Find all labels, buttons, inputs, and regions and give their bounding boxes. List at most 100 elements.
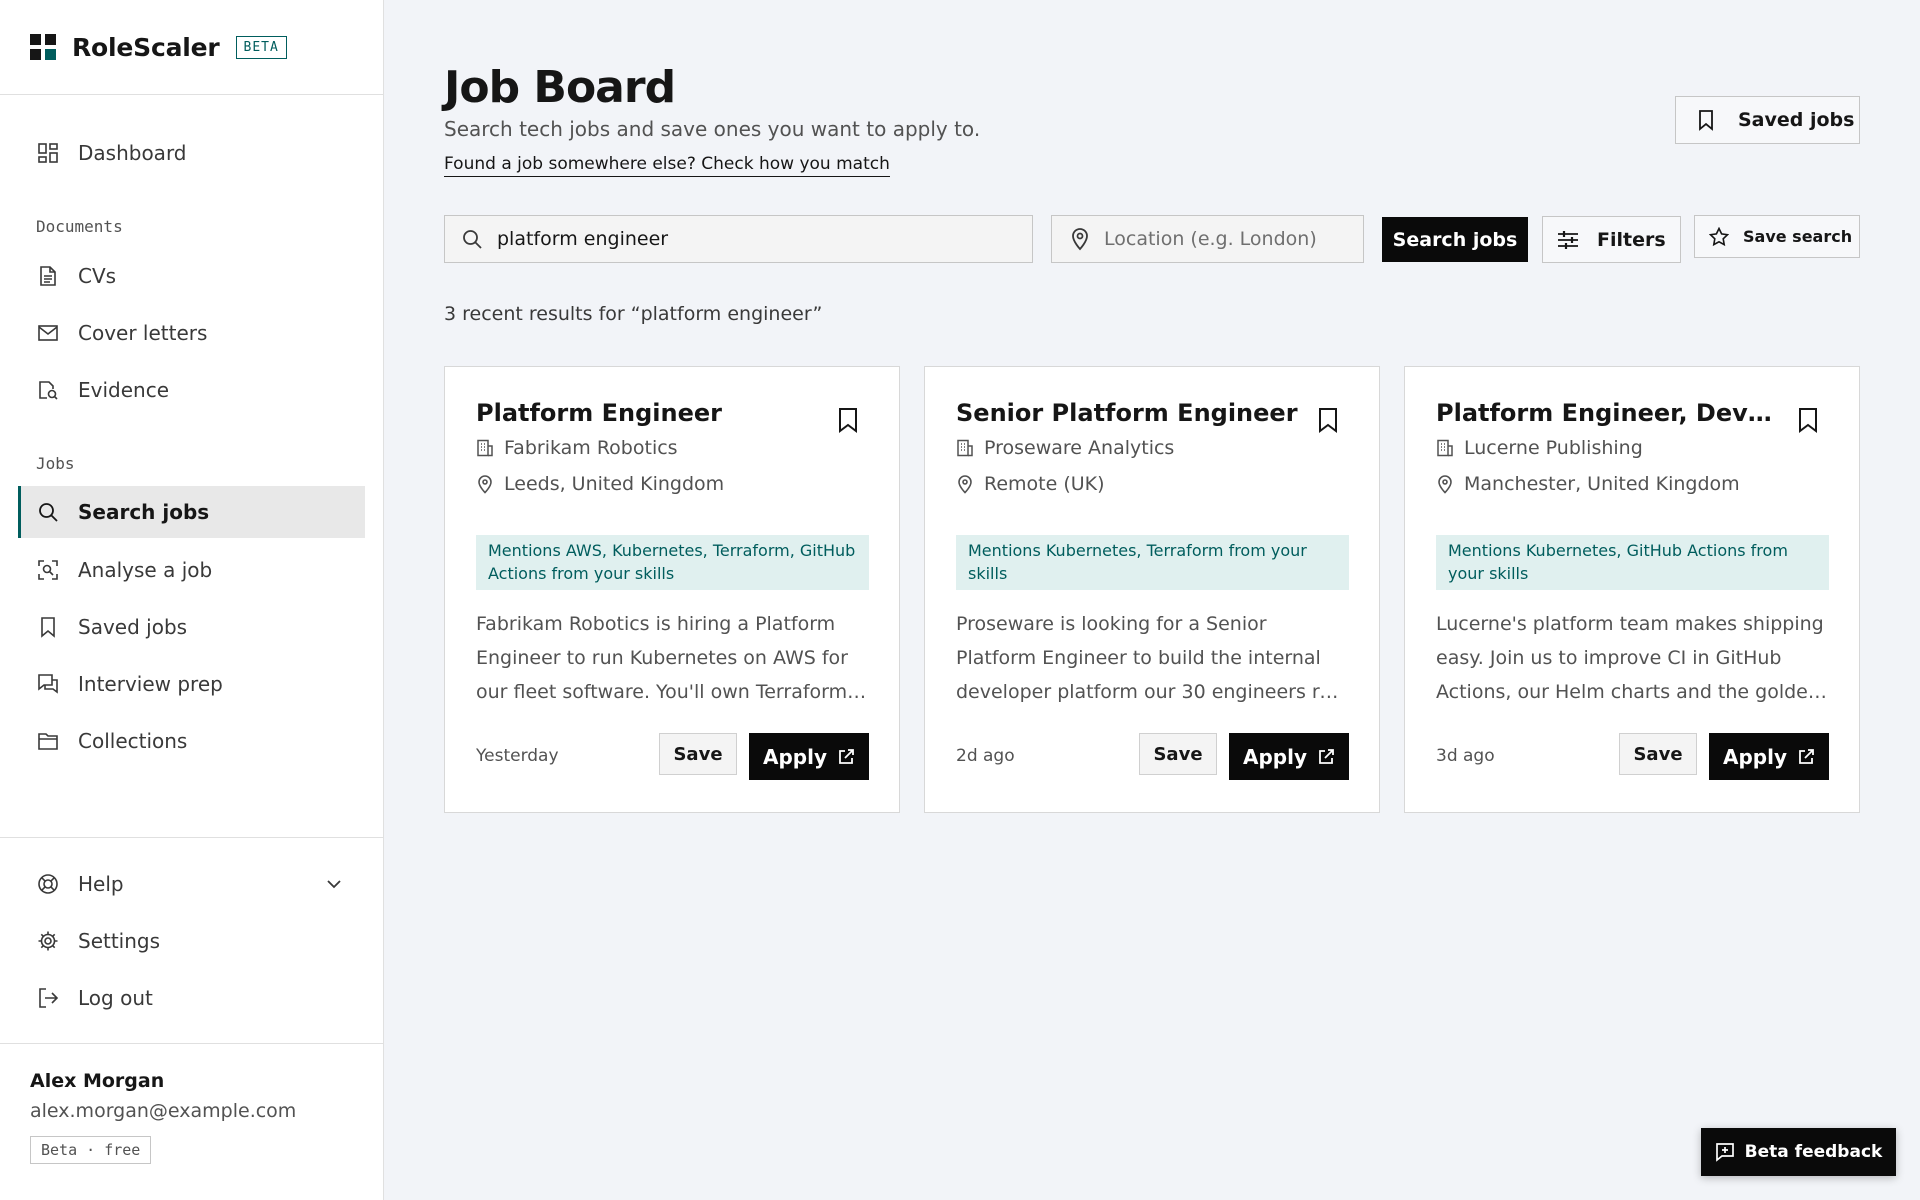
apply-label: Apply — [1722, 744, 1787, 769]
location-pin-icon — [1070, 227, 1090, 251]
user-profile: Alex Morgan alex.morgan@example.com Beta… — [30, 1070, 296, 1164]
posted-date: 3d ago — [1436, 746, 1495, 766]
company-name: Lucerne Publishing — [1464, 437, 1643, 459]
sidebar-item-label: Collections — [78, 729, 188, 753]
apply-button[interactable]: Apply — [1229, 733, 1349, 780]
saved-jobs-label: Saved jobs — [1738, 109, 1855, 131]
feedback-plus-icon — [1715, 1142, 1735, 1162]
building-icon — [956, 439, 974, 457]
job-company: Proseware Analytics — [956, 437, 1174, 459]
dashboard-icon — [36, 141, 60, 165]
sidebar-item-cvs[interactable]: CVs — [18, 250, 365, 302]
main-content: Job Board Search tech jobs and save ones… — [384, 0, 1920, 1200]
location-pin-icon — [956, 474, 974, 494]
company-name: Fabrikam Robotics — [504, 437, 678, 459]
building-icon — [476, 439, 494, 457]
sidebar-item-collections[interactable]: Collections — [18, 715, 365, 767]
job-title[interactable]: Platform Engineer — [476, 399, 826, 427]
location-text: Leeds, United Kingdom — [504, 473, 725, 495]
job-card[interactable]: Platform Engineer, Developer Experience … — [1404, 366, 1860, 813]
skills-match-tag: Mentions AWS, Kubernetes, Terraform, Git… — [476, 535, 869, 590]
sidebar-item-evidence[interactable]: Evidence — [18, 364, 365, 416]
job-company: Fabrikam Robotics — [476, 437, 678, 459]
apply-label: Apply — [762, 744, 827, 769]
bookmark-icon[interactable] — [1317, 407, 1339, 437]
folder-icon — [36, 729, 60, 753]
check-match-link[interactable]: Found a job somewhere else? Check how yo… — [444, 154, 890, 177]
sidebar-item-help[interactable]: Help — [18, 858, 365, 910]
building-icon — [1436, 439, 1454, 457]
filters-button[interactable]: Filters — [1542, 216, 1681, 263]
search-jobs-button[interactable]: Search jobs — [1382, 217, 1528, 262]
search-input[interactable]: platform engineer — [444, 215, 1033, 263]
company-name: Proseware Analytics — [984, 437, 1175, 459]
job-company: Lucerne Publishing — [1436, 437, 1643, 459]
beta-badge: BETA — [235, 35, 287, 59]
location-text: Manchester, United Kingdom — [1464, 473, 1740, 495]
envelope-icon — [36, 321, 60, 345]
chevron-down-icon[interactable] — [325, 874, 343, 898]
search-icon — [36, 500, 60, 524]
sidebar-item-settings[interactable]: Settings — [18, 915, 365, 967]
job-card[interactable]: Platform Engineer Fabrikam Robotics Leed… — [444, 366, 900, 813]
location-placeholder: Location (e.g. London) — [1104, 228, 1317, 250]
posted-date: 2d ago — [956, 746, 1015, 766]
external-link-icon — [837, 748, 855, 766]
document-icon — [36, 264, 60, 288]
save-button[interactable]: Save — [659, 733, 737, 775]
sidebar-item-label: Settings — [78, 929, 161, 953]
save-search-label: Save search — [1743, 227, 1853, 246]
location-pin-icon — [1436, 474, 1454, 494]
sidebar-item-saved-jobs[interactable]: Saved jobs — [18, 601, 365, 653]
sidebar-item-label: Saved jobs — [78, 615, 188, 639]
job-location: Leeds, United Kingdom — [476, 473, 724, 495]
page-subtitle: Search tech jobs and save ones you want … — [444, 117, 981, 141]
documents-heading: Documents — [36, 217, 123, 236]
sidebar-item-analyse-job[interactable]: Analyse a job — [18, 544, 365, 596]
page-title: Job Board — [444, 62, 676, 113]
sidebar-item-interview-prep[interactable]: Interview prep — [18, 658, 365, 710]
job-title[interactable]: Platform Engineer, Developer Experience — [1436, 399, 1786, 427]
bookmark-icon — [1696, 109, 1716, 131]
apply-button[interactable]: Apply — [1709, 733, 1829, 780]
apply-label: Apply — [1242, 744, 1307, 769]
sidebar-item-label: Log out — [78, 986, 153, 1010]
sliders-icon — [1557, 230, 1579, 250]
search-query: platform engineer — [497, 228, 669, 250]
external-link-icon — [1797, 748, 1815, 766]
sidebar-item-label: Evidence — [78, 378, 170, 402]
job-card[interactable]: Senior Platform Engineer Proseware Analy… — [924, 366, 1380, 813]
job-description: Lucerne's platform team makes shipping e… — [1436, 613, 1824, 703]
sidebar-item-label: CVs — [78, 264, 117, 288]
gear-icon — [36, 929, 60, 953]
sidebar-item-search-jobs[interactable]: Search jobs — [18, 486, 365, 538]
sidebar-divider — [0, 837, 383, 838]
search-icon — [461, 228, 483, 250]
saved-jobs-button[interactable]: Saved jobs — [1675, 96, 1860, 144]
posted-date: Yesterday — [476, 746, 559, 766]
beta-feedback-button[interactable]: Beta feedback — [1701, 1128, 1896, 1176]
apply-button[interactable]: Apply — [749, 733, 869, 780]
results-summary: 3 recent results for “platform engineer” — [444, 303, 823, 325]
sidebar-item-cover-letters[interactable]: Cover letters — [18, 307, 365, 359]
location-input[interactable]: Location (e.g. London) — [1051, 215, 1364, 263]
filters-label: Filters — [1597, 228, 1666, 251]
bookmark-icon — [36, 615, 60, 639]
save-button[interactable]: Save — [1139, 733, 1217, 775]
location-pin-icon — [476, 474, 494, 494]
location-text: Remote (UK) — [984, 473, 1105, 495]
job-title[interactable]: Senior Platform Engineer — [956, 399, 1306, 427]
plan-badge: Beta · free — [30, 1136, 152, 1164]
skills-match-tag: Mentions Kubernetes, Terraform from your… — [956, 535, 1349, 590]
save-button[interactable]: Save — [1619, 733, 1697, 775]
job-description: Proseware is looking for a Senior Platfo… — [956, 613, 1348, 703]
sidebar-item-dashboard[interactable]: Dashboard — [18, 127, 365, 179]
bookmark-icon[interactable] — [837, 407, 859, 437]
user-name: Alex Morgan — [30, 1070, 165, 1092]
bookmark-icon[interactable] — [1797, 407, 1819, 437]
scan-icon — [36, 558, 60, 582]
save-search-button[interactable]: Save search — [1694, 215, 1860, 258]
app-name: RoleScaler — [72, 32, 220, 62]
logout-icon — [36, 986, 60, 1010]
sidebar-item-log-out[interactable]: Log out — [18, 972, 365, 1024]
